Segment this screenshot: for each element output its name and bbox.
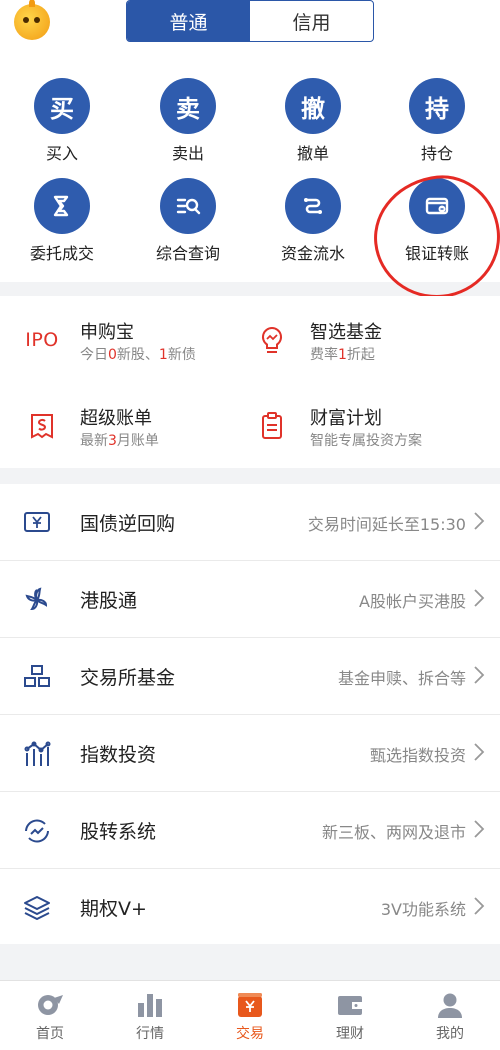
cancel-order-button[interactable]: 撤 撤单 — [263, 78, 363, 164]
cycle-trend-icon — [25, 819, 49, 843]
chevron-right-icon — [474, 743, 485, 761]
query-icon — [160, 178, 216, 234]
smart-fund-entry[interactable]: 智选基金 费率1折起 — [252, 318, 492, 378]
list-item-hint: 甄选指数投资 — [369, 746, 466, 765]
list-item-index-invest[interactable]: 指数投资 甄选指数投资 — [0, 715, 500, 792]
bill-icon — [22, 408, 62, 444]
order-deal-icon — [34, 178, 90, 234]
chevron-right-icon — [474, 589, 485, 607]
nav-tab-label: 首页 — [36, 1026, 64, 1042]
fund-flow-icon — [285, 178, 341, 234]
pyramid-boxes-icon — [24, 665, 50, 687]
super-bill-title: 超级账单 — [80, 408, 152, 429]
cancel-order-icon: 撤 — [285, 78, 341, 134]
list-item-hint: 基金申赎、拆合等 — [337, 669, 466, 688]
super-bill-subtitle: 最新3月账单 — [80, 433, 159, 449]
nav-tab-label: 行情 — [136, 1026, 164, 1042]
list-item-hint: 交易时间延长至15:30 — [307, 515, 466, 534]
clipboard-icon — [252, 408, 292, 444]
nav-tab-label: 我的 — [436, 1026, 464, 1042]
market-bars-icon — [133, 989, 167, 1021]
list-item-hint: 3V功能系统 — [380, 900, 466, 919]
chevron-right-icon — [474, 666, 485, 684]
bottom-nav: 首页 行情 交易 理财 我的 — [0, 980, 500, 1050]
feature-list: 国债逆回购 交易时间延长至15:30 港股通 A股帐户买港股 交易所基金 基金申… — [0, 484, 500, 944]
nav-tab-wealth[interactable]: 理财 — [300, 981, 400, 1050]
wealth-plan-subtitle: 智能专属投资方案 — [310, 433, 422, 449]
wealth-plan-title: 财富计划 — [310, 408, 382, 429]
fund-flow-label: 资金流水 — [280, 244, 345, 263]
list-item-hk-connect[interactable]: 港股通 A股帐户买港股 — [0, 561, 500, 638]
order-deal-label: 委托成交 — [29, 244, 94, 263]
list-item-title: 股转系统 — [80, 821, 157, 843]
trade-yuan-icon — [233, 989, 267, 1021]
smart-fund-title: 智选基金 — [310, 322, 382, 343]
buy-label: 买入 — [45, 144, 78, 163]
yuan-screen-icon — [24, 512, 50, 532]
list-item-options[interactable]: 期权V+ 3V功能系统 — [0, 869, 500, 946]
nav-tab-trade[interactable]: 交易 — [200, 981, 300, 1050]
ipo-subscription-title: 申购宝 — [80, 322, 134, 343]
ipo-subscription-entry[interactable]: IPO 申购宝 今日0新股、1新债 — [22, 318, 262, 378]
chevron-right-icon — [474, 512, 485, 530]
list-item-title: 港股通 — [80, 590, 138, 612]
chevron-right-icon — [474, 820, 485, 838]
query-button[interactable]: 综合查询 — [138, 178, 238, 264]
account-type-switch: 普通 信用 — [126, 0, 374, 42]
list-item-title: 指数投资 — [80, 744, 157, 766]
sell-icon: 卖 — [160, 78, 216, 134]
positions-button[interactable]: 持 持仓 — [387, 78, 487, 164]
segment-credit[interactable]: 信用 — [250, 1, 373, 41]
list-item-share-transfer[interactable]: 股转系统 新三板、两网及退市 — [0, 792, 500, 869]
list-item-title: 国债逆回购 — [80, 513, 176, 535]
header: 普通 信用 — [0, 0, 500, 60]
order-deal-button[interactable]: 委托成交 — [12, 178, 112, 264]
list-item-treasury-repo[interactable]: 国债逆回购 交易时间延长至15:30 — [0, 484, 500, 561]
nav-tab-mine[interactable]: 我的 — [400, 981, 500, 1050]
lightbulb-chart-icon — [252, 322, 292, 358]
super-bill-entry[interactable]: 超级账单 最新3月账单 — [22, 404, 262, 464]
list-item-hint: A股帐户买港股 — [359, 592, 466, 611]
nav-tab-home[interactable]: 首页 — [0, 981, 100, 1050]
mascot-avatar-icon[interactable] — [14, 0, 50, 40]
cancel-order-label: 撤单 — [296, 144, 329, 163]
list-item-title: 期权V+ — [80, 898, 147, 920]
smart-fund-subtitle: 费率1折起 — [310, 347, 375, 363]
sell-button[interactable]: 卖 卖出 — [138, 78, 238, 164]
positions-icon: 持 — [409, 78, 465, 134]
wealth-plan-entry[interactable]: 财富计划 智能专属投资方案 — [252, 404, 492, 464]
person-icon — [433, 989, 467, 1021]
index-chart-icon — [24, 741, 51, 766]
wallet-icon — [333, 989, 367, 1021]
bauhinia-icon — [25, 587, 48, 611]
ipo-subscription-subtitle: 今日0新股、1新债 — [80, 347, 196, 363]
query-label: 综合查询 — [155, 244, 220, 263]
list-item-hint: 新三板、两网及退市 — [321, 823, 466, 842]
buy-button[interactable]: 买 买入 — [12, 78, 112, 164]
ipo-icon: IPO — [25, 329, 59, 351]
list-item-title: 交易所基金 — [80, 667, 176, 689]
segment-normal[interactable]: 普通 — [127, 1, 250, 41]
nav-tab-market[interactable]: 行情 — [100, 981, 200, 1050]
buy-icon: 买 — [34, 78, 90, 134]
services-grid: IPO 申购宝 今日0新股、1新债 智选基金 费率1折起 超级账单 最新3月账单… — [0, 296, 500, 468]
positions-label: 持仓 — [420, 144, 453, 163]
nav-tab-label: 理财 — [336, 1026, 364, 1042]
list-item-exchange-fund[interactable]: 交易所基金 基金申赎、拆合等 — [0, 638, 500, 715]
nav-tab-label: 交易 — [236, 1026, 264, 1042]
layers-icon — [24, 896, 50, 920]
sell-label: 卖出 — [171, 144, 204, 163]
chevron-right-icon — [474, 897, 485, 915]
home-icon — [33, 989, 67, 1021]
fund-flow-button[interactable]: 资金流水 — [263, 178, 363, 264]
